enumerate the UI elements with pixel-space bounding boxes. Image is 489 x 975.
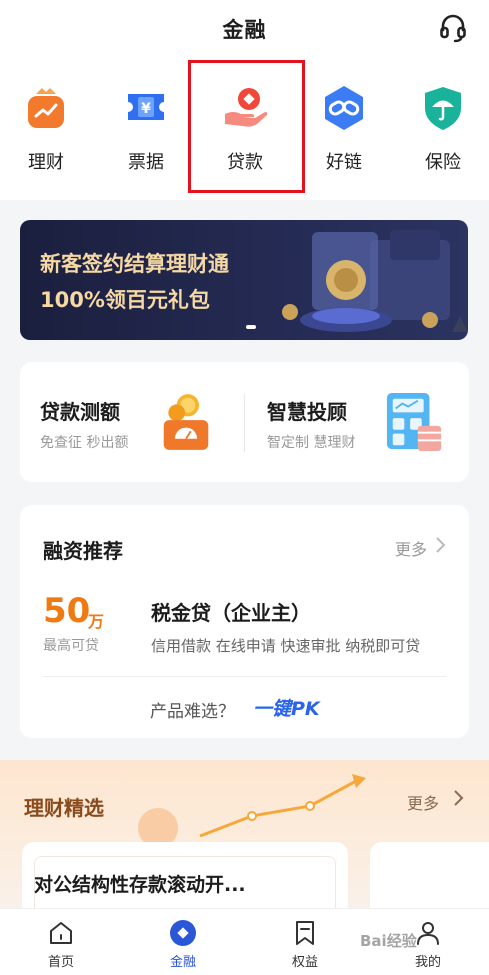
quick-entry-label: 好链 [326, 152, 362, 173]
quick-entry-label: 保险 [425, 152, 461, 173]
services-card: 贷款测额 免查征 秒出额 智慧投顾 智定制 慧理财 [20, 362, 469, 482]
chain-link-icon [325, 86, 363, 130]
product-name: 税金贷（企业主） [151, 601, 311, 625]
service-title: 贷款测额 [40, 400, 120, 424]
quick-entry-wealth[interactable]: 理财 [16, 76, 76, 181]
tab-benefits[interactable]: 权益 [265, 909, 345, 975]
max-amount-label: 最高可贷 [43, 638, 99, 654]
service-title: 智慧投顾 [267, 400, 347, 424]
wealth-product-title[interactable]: 对公结构性存款滚动开... [34, 870, 246, 897]
quick-entry-label: 理财 [28, 152, 64, 173]
pk-logo[interactable]: 一键PK [253, 694, 320, 721]
banner-subline: 100%领百元礼包 [40, 288, 210, 312]
calculator-icon [386, 393, 442, 451]
coin-scale-icon [163, 394, 209, 450]
promo-banner[interactable]: 新客签约结算理财通 100%领百元礼包 [20, 220, 468, 340]
bookmark-icon [296, 921, 314, 945]
wealth-section: 理财精选 更多 对公结构性存款滚动开... [0, 760, 489, 922]
tab-label: 金融 [169, 955, 196, 970]
max-amount-unit: 万 [88, 612, 105, 631]
quick-entry-chain[interactable]: 好链 [314, 76, 374, 181]
tab-label: 我的 [414, 955, 441, 970]
carousel-indicator [246, 325, 256, 329]
chevron-right-icon[interactable] [451, 789, 465, 807]
more-link[interactable]: 更多 [395, 536, 427, 560]
profile-icon [417, 922, 439, 945]
service-subtitle: 免查征 秒出额 [40, 435, 129, 451]
quick-entry-label: 票据 [128, 152, 164, 173]
section-title: 融资推荐 [43, 539, 123, 563]
watermark: Bai经验 [360, 932, 417, 950]
service-subtitle: 智定制 慧理财 [267, 435, 356, 451]
service-smart-advisor[interactable]: 智慧投顾 智定制 慧理财 [245, 362, 469, 482]
banner-illustration [282, 230, 468, 332]
quick-entry-bill[interactable]: ¥ 票据 [116, 76, 176, 181]
finance-diamond-icon [170, 920, 196, 946]
bill-ticket-icon: ¥ [128, 94, 164, 120]
growth-chart-decoration [138, 774, 366, 848]
home-icon [50, 922, 72, 944]
tab-home[interactable]: 首页 [21, 909, 101, 975]
selection-highlight [188, 60, 305, 193]
top-header: 金融 理财 ¥ 票据 贷款 好链 保险 [0, 0, 489, 200]
banner-headline: 新客签约结算理财通 [40, 252, 229, 276]
section-title: 理财精选 [24, 796, 104, 820]
headset-icon[interactable] [437, 12, 469, 44]
quick-entry-insurance[interactable]: 保险 [413, 76, 473, 181]
max-amount-value: 50 [43, 591, 91, 631]
page-title: 金融 [222, 18, 267, 42]
chevron-right-icon[interactable] [433, 536, 447, 554]
service-loan-estimate[interactable]: 贷款测额 免查征 秒出额 [20, 362, 244, 482]
svg-text:¥: ¥ [141, 101, 151, 117]
tab-label: 权益 [291, 955, 318, 970]
insurance-umbrella-icon [425, 87, 461, 130]
wealth-bag-icon [28, 88, 64, 128]
product-tags: 信用借款 在线申请 快速审批 纳税即可贷 [151, 637, 421, 655]
tab-finance[interactable]: 金融 [143, 909, 223, 975]
financing-card: 融资推荐 更多 50 万 最高可贷 税金贷（企业主） 信用借款 在线申请 快速审… [20, 505, 469, 738]
tab-label: 首页 [47, 955, 74, 970]
more-link[interactable]: 更多 [407, 790, 439, 814]
pk-prompt[interactable]: 产品难选？ [150, 697, 235, 722]
divider [43, 676, 446, 677]
